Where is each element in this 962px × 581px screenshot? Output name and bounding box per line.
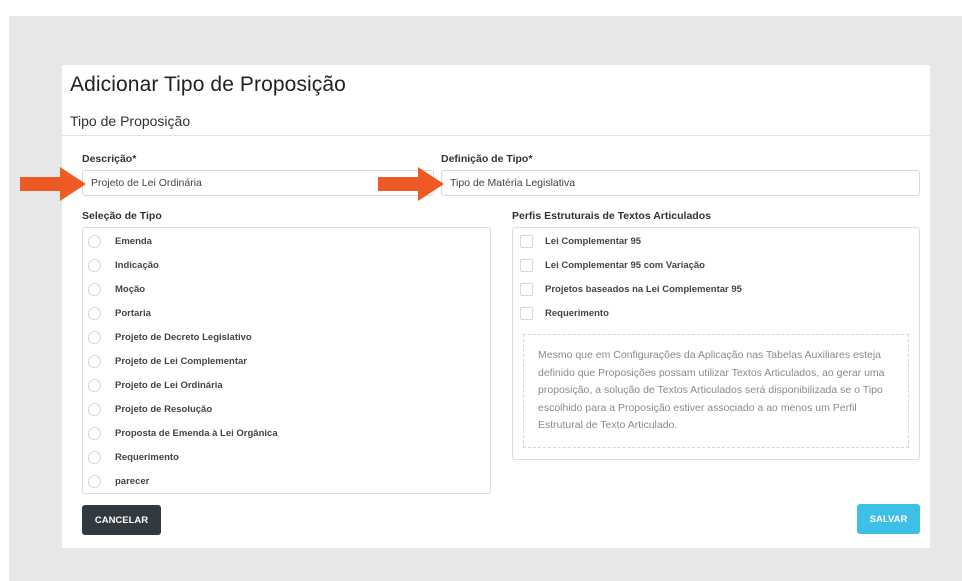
radio-option[interactable]: Projeto de Lei Complementar [83, 351, 247, 371]
radio-option[interactable]: Projeto de Lei Ordinária [83, 375, 223, 395]
radio-option[interactable]: parecer [83, 471, 149, 491]
radio-label: Requerimento [115, 451, 179, 463]
section-divider [62, 135, 930, 136]
radio-button[interactable] [88, 450, 101, 464]
radio-button[interactable] [88, 426, 101, 440]
descricao-label: Descrição* [82, 153, 137, 165]
radio-label: Projeto de Lei Ordinária [115, 379, 223, 391]
arrow-right-icon [20, 167, 86, 201]
radio-button[interactable] [88, 354, 101, 368]
radio-option[interactable]: Emenda [83, 231, 152, 251]
radio-label: Projeto de Resolução [115, 403, 213, 415]
radio-label: Proposta de Emenda à Lei Orgânica [115, 427, 278, 439]
radio-option[interactable]: Projeto de Decreto Legislativo [83, 327, 252, 347]
radio-button[interactable] [88, 234, 101, 248]
checkbox-option[interactable]: Projetos baseados na Lei Complementar 95 [513, 279, 742, 299]
perfis-help-text: Mesmo que em Configurações da Aplicação … [523, 334, 909, 448]
checkbox-label: Requerimento [545, 307, 609, 319]
radio-button[interactable] [88, 282, 101, 296]
section-title: Tipo de Proposição [70, 113, 191, 129]
radio-option[interactable]: Portaria [83, 303, 151, 323]
radio-option[interactable]: Proposta de Emenda à Lei Orgânica [83, 423, 278, 443]
checkbox-option[interactable]: Requerimento [513, 303, 609, 323]
radio-button[interactable] [88, 474, 101, 488]
radio-label: Portaria [115, 307, 151, 319]
checkbox-label: Lei Complementar 95 com Variação [545, 259, 705, 271]
checkbox[interactable] [520, 282, 533, 296]
perfis-label: Perfis Estruturais de Textos Articulados [512, 210, 711, 222]
checkbox-option[interactable]: Lei Complementar 95 com Variação [513, 255, 705, 275]
cancel-button[interactable]: CANCELAR [82, 505, 161, 535]
radio-option[interactable]: Indicação [83, 255, 159, 275]
checkbox-label: Projetos baseados na Lei Complementar 95 [545, 283, 742, 295]
save-button[interactable]: SALVAR [857, 504, 920, 534]
radio-label: Moção [115, 283, 146, 295]
radio-button[interactable] [88, 306, 101, 320]
definicao-input[interactable] [441, 170, 920, 196]
selecao-list: Emenda Indicação Moção Portaria Projeto … [82, 227, 491, 494]
radio-label: Projeto de Lei Complementar [115, 355, 247, 367]
radio-option[interactable]: Projeto de Resolução [83, 399, 212, 419]
radio-option[interactable]: Moção [83, 279, 145, 299]
perfis-list: Lei Complementar 95 Lei Complementar 95 … [512, 227, 920, 460]
radio-button[interactable] [88, 378, 101, 392]
checkbox[interactable] [520, 306, 533, 320]
checkbox[interactable] [520, 234, 533, 248]
radio-label: Projeto de Decreto Legislativo [115, 331, 252, 343]
selecao-label: Seleção de Tipo [82, 210, 162, 222]
arrow-right-icon [378, 167, 444, 201]
radio-option[interactable]: Requerimento [83, 447, 179, 467]
radio-button[interactable] [88, 402, 101, 416]
radio-button[interactable] [88, 330, 101, 344]
checkbox[interactable] [520, 258, 533, 272]
radio-label: Indicação [115, 259, 159, 271]
definicao-label: Definição de Tipo* [441, 153, 533, 165]
radio-button[interactable] [88, 258, 101, 272]
radio-label: parecer [115, 475, 150, 487]
radio-label: Emenda [115, 235, 152, 247]
checkbox-label: Lei Complementar 95 [545, 235, 642, 247]
page-title: Adicionar Tipo de Proposição [70, 73, 346, 96]
form-panel: Adicionar Tipo de Proposição Tipo de Pro… [62, 65, 930, 548]
checkbox-option[interactable]: Lei Complementar 95 [513, 231, 641, 251]
